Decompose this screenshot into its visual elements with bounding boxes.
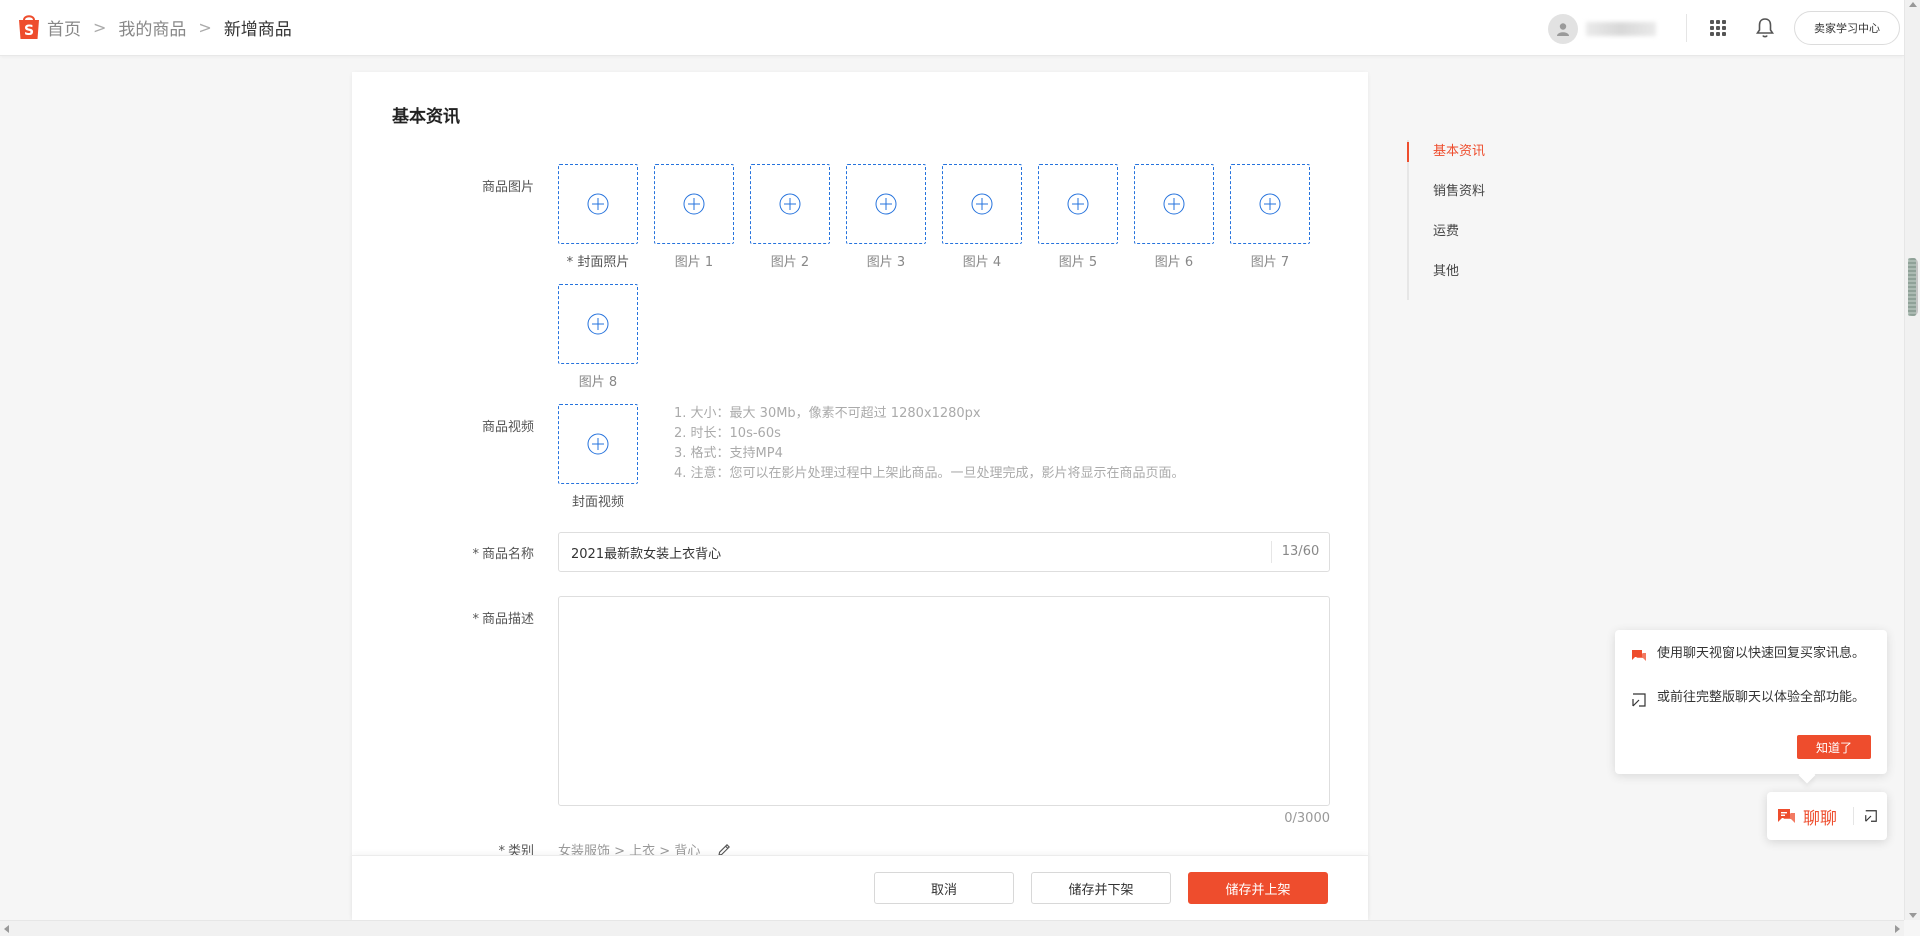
chat-bubble-icon: [1778, 809, 1795, 823]
required-mark: *: [472, 612, 479, 627]
breadcrumb-add-product: 新增商品: [223, 20, 292, 40]
image-upload-1[interactable]: [654, 164, 734, 244]
product-images-label: 商品图片: [481, 180, 534, 195]
popout-icon: [1864, 810, 1877, 822]
image-upload-3[interactable]: [846, 164, 926, 244]
chat-popout-button[interactable]: [1854, 809, 1887, 823]
section-anchor-nav: 基本资讯 销售资料 运费 其他: [1406, 140, 1485, 300]
chat-widget[interactable]: 聊聊: [1767, 792, 1887, 840]
image-caption-4: 图片 4: [962, 255, 1002, 270]
product-name-label: * 商品名称: [434, 543, 534, 562]
chat-tip-row: 使用聊天视窗以快速回复买家讯息。: [1631, 646, 1873, 664]
plus-circle-icon: [971, 193, 993, 215]
image-caption-1: 图片 1: [674, 255, 714, 270]
avatar[interactable]: [1548, 14, 1578, 44]
chat-open-button[interactable]: 聊聊: [1767, 804, 1853, 829]
top-header: S 首页 > 我的商品 > 新增商品 卖家学习中心: [0, 0, 1904, 56]
image-caption-6: 图片 6: [1154, 255, 1194, 270]
user-name-redacted: [1586, 22, 1656, 36]
product-description-label-text: 商品描述: [481, 612, 534, 627]
anchor-shipping[interactable]: 运费: [1409, 220, 1485, 260]
svg-text:S: S: [24, 23, 34, 39]
breadcrumb-my-products[interactable]: 我的商品: [118, 15, 186, 40]
user-icon: [1557, 23, 1569, 36]
save-and-publish-button[interactable]: 储存并上架: [1188, 872, 1328, 904]
scroll-up-arrow-icon[interactable]: [1909, 2, 1917, 7]
plus-circle-icon: [1259, 193, 1281, 215]
required-mark: *: [566, 255, 574, 270]
video-upload[interactable]: [558, 404, 638, 484]
seller-learning-center-button[interactable]: 卖家学习中心: [1794, 11, 1900, 45]
header-divider: [1686, 14, 1687, 42]
image-upload-6[interactable]: [1134, 164, 1214, 244]
save-and-unlist-button[interactable]: 储存并下架: [1031, 872, 1171, 904]
video-requirements: 1. 大小：最大 30Mb，像素不可超过 1280x1280px 2. 时长：1…: [674, 404, 1194, 484]
plus-circle-icon: [683, 193, 705, 215]
image-upload-4[interactable]: [942, 164, 1022, 244]
product-name-label-text: 商品名称: [481, 547, 534, 562]
chat-tip-text-2: 或前往完整版聊天以体验全部功能。: [1657, 690, 1866, 705]
video-note: 2. 时长：10s-60s: [674, 426, 781, 441]
scroll-down-arrow-icon[interactable]: [1909, 913, 1917, 918]
chat-tip-popover: 使用聊天视窗以快速回复买家讯息。 或前往完整版聊天以体验全部功能。 知道了: [1615, 630, 1887, 774]
image-upload-2[interactable]: [750, 164, 830, 244]
anchor-basic-info[interactable]: 基本资讯: [1406, 140, 1485, 180]
basic-info-card: 基本资讯 商品图片 * 封面照片 图片 1 图片 2 图片 3 图片 4 图片 …: [352, 72, 1368, 920]
vertical-scrollbar[interactable]: [1904, 0, 1920, 920]
video-note: 1. 大小：最大 30Mb，像素不可超过 1280x1280px: [674, 406, 981, 421]
image-caption-text: 封面照片: [577, 255, 630, 270]
plus-circle-icon: [1163, 193, 1185, 215]
product-name-char-count: 13/60: [1271, 541, 1329, 563]
product-description-char-count: 0/3000: [1284, 811, 1330, 826]
footer-action-bar: 取消 储存并下架 储存并上架: [352, 855, 1368, 920]
required-mark: *: [472, 547, 479, 562]
image-upload-7[interactable]: [1230, 164, 1310, 244]
image-upload-5[interactable]: [1038, 164, 1118, 244]
product-name-field[interactable]: 2021最新款女装上衣背心 13/60: [558, 532, 1330, 572]
image-caption-8: 图片 8: [578, 375, 618, 390]
breadcrumb-separator: >: [93, 18, 107, 37]
product-video-label: 商品视频: [481, 420, 534, 435]
scroll-left-arrow-icon[interactable]: [4, 925, 9, 933]
popout-icon: [1632, 693, 1646, 707]
apps-grid-icon[interactable]: [1708, 18, 1728, 38]
image-upload-8[interactable]: [558, 284, 638, 364]
plus-circle-icon: [587, 433, 609, 455]
bell-icon[interactable]: [1755, 17, 1775, 39]
plus-circle-icon: [587, 313, 609, 335]
chat-tip-text-1: 使用聊天视窗以快速回复买家讯息。: [1657, 646, 1866, 661]
product-description-label: * 商品描述: [434, 608, 534, 627]
got-it-button[interactable]: 知道了: [1797, 735, 1871, 759]
breadcrumb-home[interactable]: 首页: [47, 15, 81, 40]
product-name-value[interactable]: 2021最新款女装上衣背心: [559, 543, 1271, 562]
plus-circle-icon: [875, 193, 897, 215]
video-note: 3. 格式：支持MP4: [674, 446, 783, 461]
cancel-button[interactable]: 取消: [874, 872, 1014, 904]
breadcrumb-separator: >: [198, 18, 212, 37]
video-caption: 封面视频: [571, 495, 624, 510]
image-caption-3: 图片 3: [866, 255, 906, 270]
image-caption-2: 图片 2: [770, 255, 810, 270]
plus-circle-icon: [1067, 193, 1089, 215]
product-description-field[interactable]: [558, 596, 1330, 806]
plus-circle-icon: [779, 193, 801, 215]
breadcrumb: 首页 > 我的商品 > 新增商品: [47, 15, 292, 40]
side-handle[interactable]: [1908, 258, 1916, 316]
user-menu[interactable]: [1548, 14, 1656, 44]
image-caption-7: 图片 7: [1250, 255, 1290, 270]
chat-tip-row: 或前往完整版聊天以体验全部功能。: [1631, 690, 1873, 708]
chat-bubble-icon: [1632, 650, 1646, 661]
horizontal-scrollbar[interactable]: [0, 920, 1904, 936]
anchor-sales-info[interactable]: 销售资料: [1409, 180, 1485, 220]
anchor-others[interactable]: 其他: [1409, 260, 1485, 300]
image-upload-cover[interactable]: [558, 164, 638, 244]
scroll-right-arrow-icon[interactable]: [1895, 925, 1900, 933]
image-caption-5: 图片 5: [1058, 255, 1098, 270]
video-note: 4. 注意：您可以在影片处理过程中上架此商品。一旦处理完成，影片将显示在商品页面…: [674, 466, 1185, 481]
image-caption-cover: * 封面照片: [550, 251, 646, 270]
shop-logo-icon[interactable]: S: [15, 12, 43, 40]
section-title: 基本资讯: [392, 107, 460, 127]
chat-label: 聊聊: [1803, 808, 1837, 829]
plus-circle-icon: [587, 193, 609, 215]
